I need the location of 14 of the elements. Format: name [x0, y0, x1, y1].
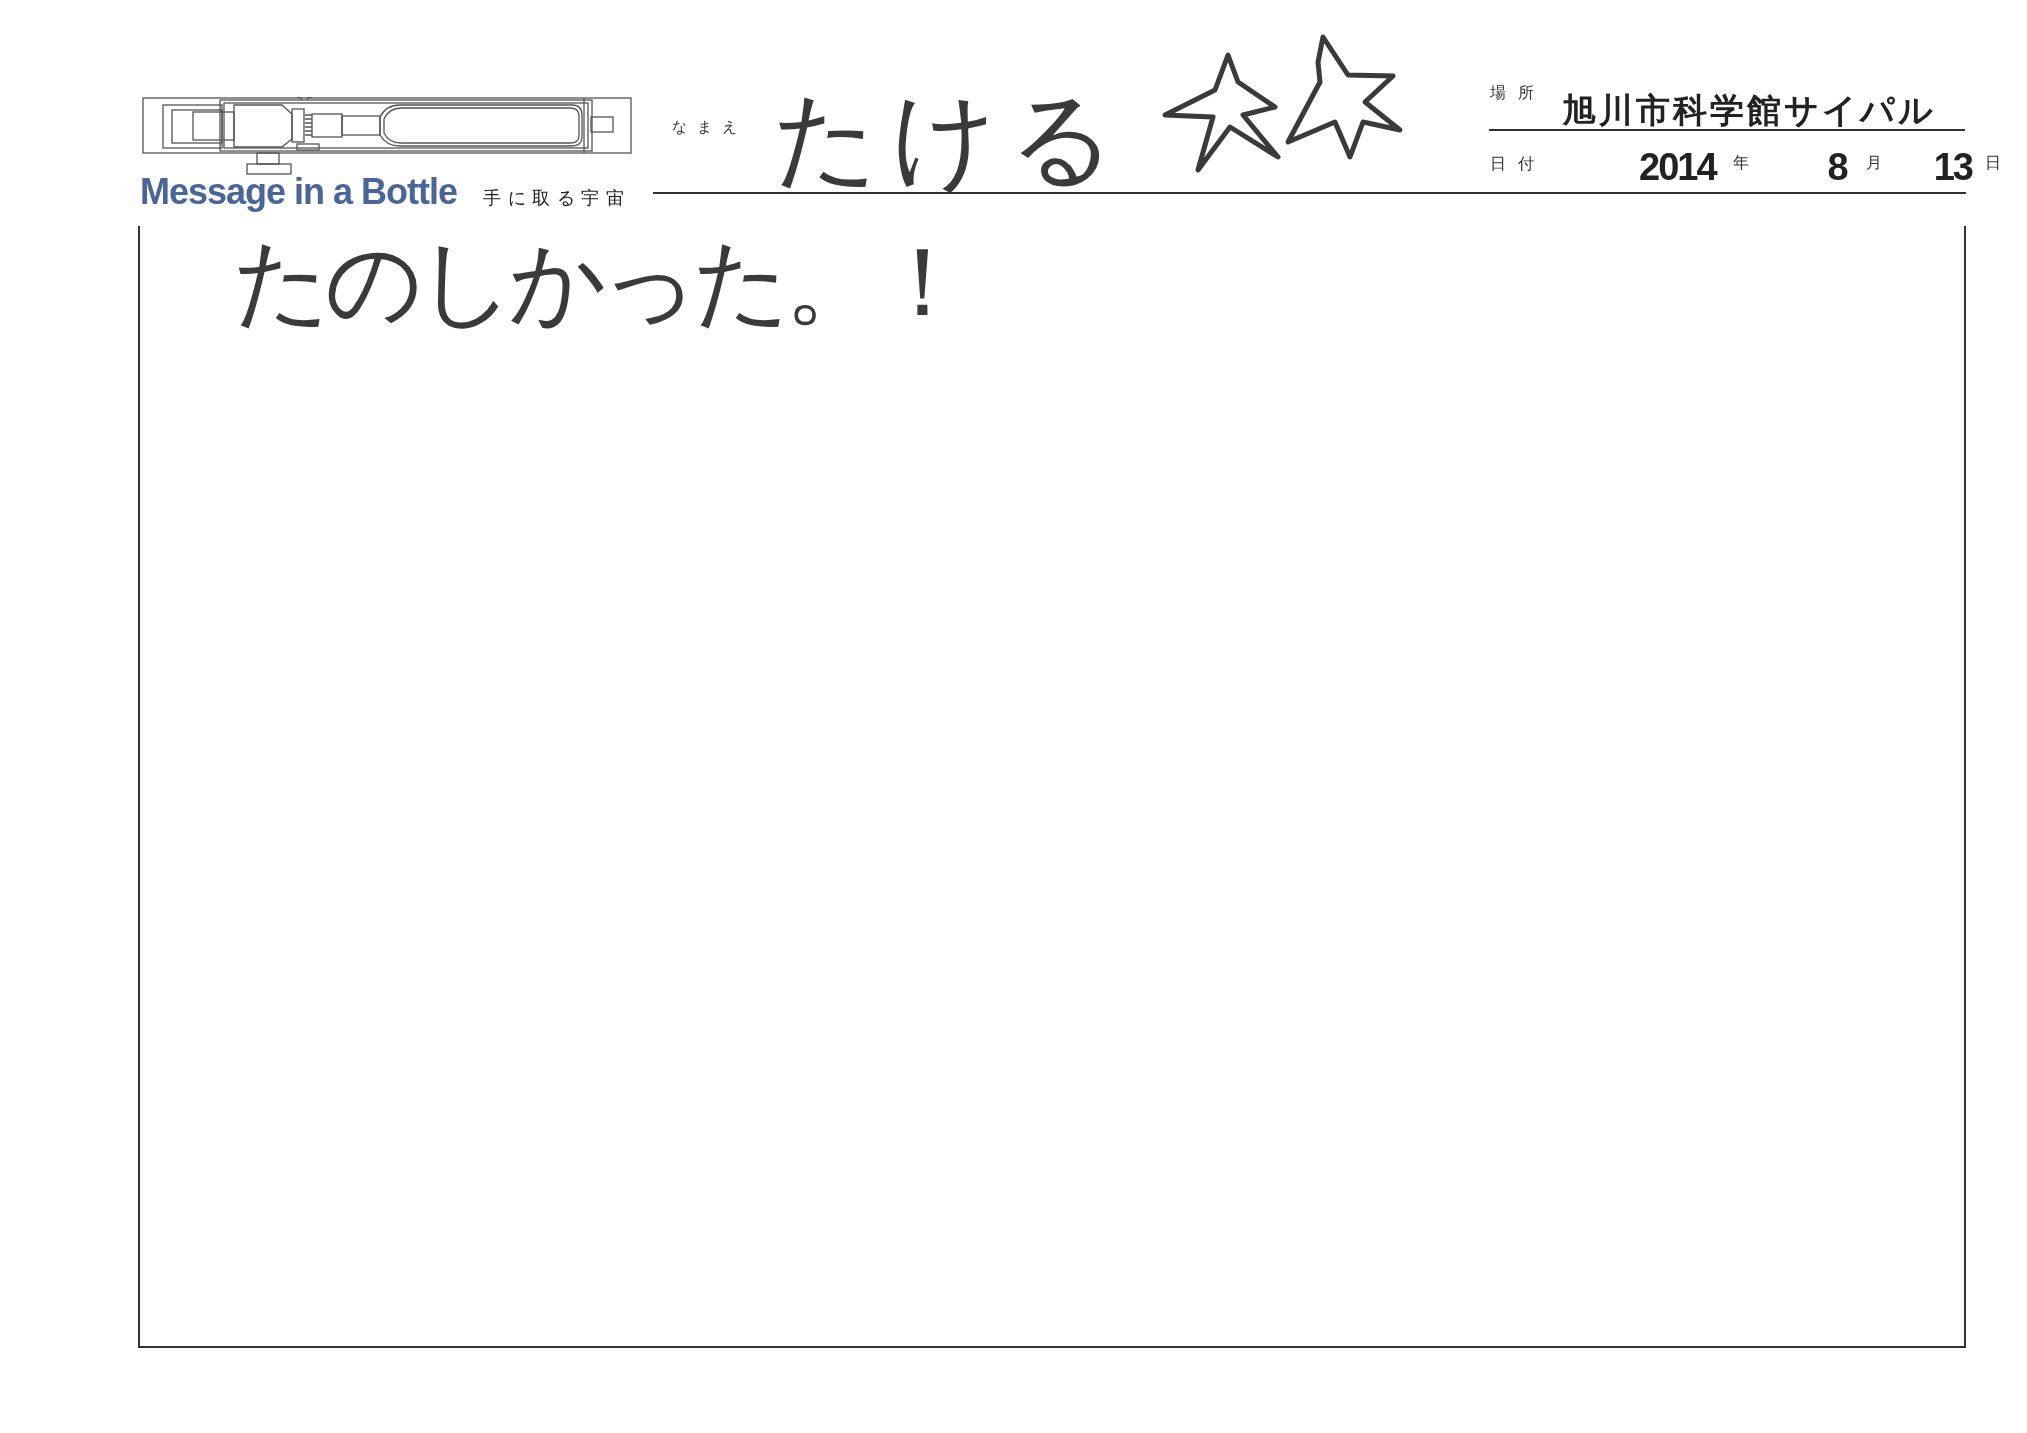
logo-title: Message in a Bottle — [140, 172, 458, 212]
message-box[interactable]: たのしかった。！ — [138, 225, 1966, 1348]
place-label: 場所 — [1490, 85, 1546, 101]
day-unit: 日 — [1984, 155, 2001, 171]
day-field[interactable]: 13 — [1933, 148, 1972, 186]
year-unit: 年 — [1732, 155, 1749, 171]
place-field[interactable]: 旭川市科学館サイパル — [1562, 93, 1936, 127]
month-field[interactable]: 8 — [1827, 148, 1847, 186]
date-label: 日付 — [1490, 156, 1546, 172]
logo-subtitle: 手に取る宇宙 — [483, 186, 631, 210]
name-label: なまえ — [672, 118, 747, 137]
star-icon — [1161, 51, 1283, 174]
year-field[interactable]: 2014 — [1639, 148, 1716, 186]
month-unit: 月 — [1865, 155, 1882, 171]
